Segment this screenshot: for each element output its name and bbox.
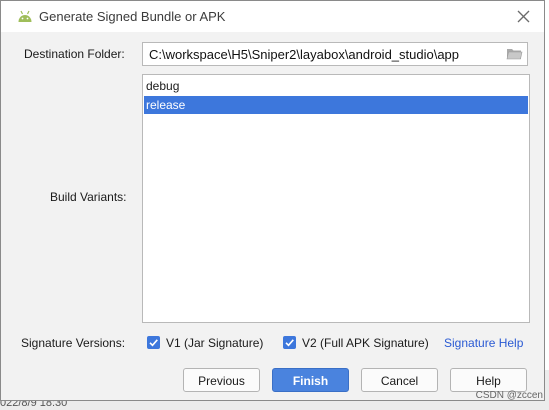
android-icon bbox=[17, 10, 33, 24]
generate-signed-bundle-dialog: Generate Signed Bundle or APK Destinatio… bbox=[0, 0, 545, 401]
checkmark-icon bbox=[285, 339, 294, 347]
title-bar: Generate Signed Bundle or APK bbox=[1, 1, 544, 32]
folder-icon[interactable] bbox=[506, 47, 523, 61]
help-button[interactable]: Help bbox=[450, 368, 527, 392]
destination-folder-label: Destination Folder: bbox=[24, 47, 125, 61]
previous-button[interactable]: Previous bbox=[183, 368, 260, 392]
v2-signature-label[interactable]: V2 (Full APK Signature) bbox=[302, 336, 429, 350]
v1-signature-label[interactable]: V1 (Jar Signature) bbox=[166, 336, 263, 350]
build-variants-label: Build Variants: bbox=[50, 190, 127, 204]
destination-folder-value[interactable]: C:\workspace\H5\Sniper2\layabox\android_… bbox=[149, 47, 459, 62]
list-item-release[interactable]: release bbox=[144, 96, 528, 114]
close-icon[interactable] bbox=[515, 8, 532, 25]
destination-folder-field[interactable]: C:\workspace\H5\Sniper2\layabox\android_… bbox=[142, 42, 528, 66]
watermark: CSDN @zccen bbox=[475, 390, 543, 401]
cancel-button[interactable]: Cancel bbox=[361, 368, 438, 392]
list-item-debug[interactable]: debug bbox=[144, 77, 528, 95]
dialog-title: Generate Signed Bundle or APK bbox=[39, 9, 226, 24]
v1-signature-checkbox[interactable] bbox=[147, 336, 160, 349]
signature-help-link[interactable]: Signature Help bbox=[444, 336, 523, 350]
checkmark-icon bbox=[149, 339, 158, 347]
build-variants-list[interactable]: debug release bbox=[142, 74, 530, 323]
v2-signature-checkbox[interactable] bbox=[283, 336, 296, 349]
signature-versions-label: Signature Versions: bbox=[21, 336, 126, 350]
finish-button[interactable]: Finish bbox=[272, 368, 349, 392]
